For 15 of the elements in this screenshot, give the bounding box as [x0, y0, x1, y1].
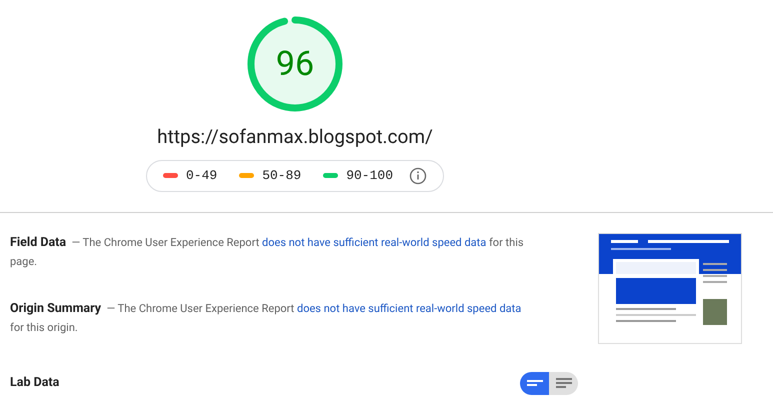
lab-data-title: Lab Data [10, 374, 60, 392]
compact-view-icon [526, 378, 542, 388]
report-link[interactable]: does not have sufficient real-world speed data [297, 302, 522, 314]
section-description: Field Data — The Chrome User Experience Report does not have sufficient real-world speed data for this page. [10, 234, 525, 270]
view-toggle-button[interactable] [520, 372, 549, 394]
view-toggle-button[interactable] [549, 372, 578, 394]
info-icon[interactable] [409, 166, 428, 184]
legend-label: 0-49 [186, 166, 218, 185]
legend-label: 50-89 [262, 166, 302, 185]
list-view-icon [556, 377, 572, 389]
legend-label: 90-100 [346, 166, 394, 185]
performance-score: 96 [276, 42, 314, 86]
section-description: Origin Summary — The Chrome User Experience Report does not have sufficient real-world speed data for this origin. [10, 300, 522, 336]
report-link[interactable]: does not have sufficient real-world speed data [262, 236, 486, 248]
page-url: https://sofanmax.blogspot.com/ [157, 124, 433, 150]
